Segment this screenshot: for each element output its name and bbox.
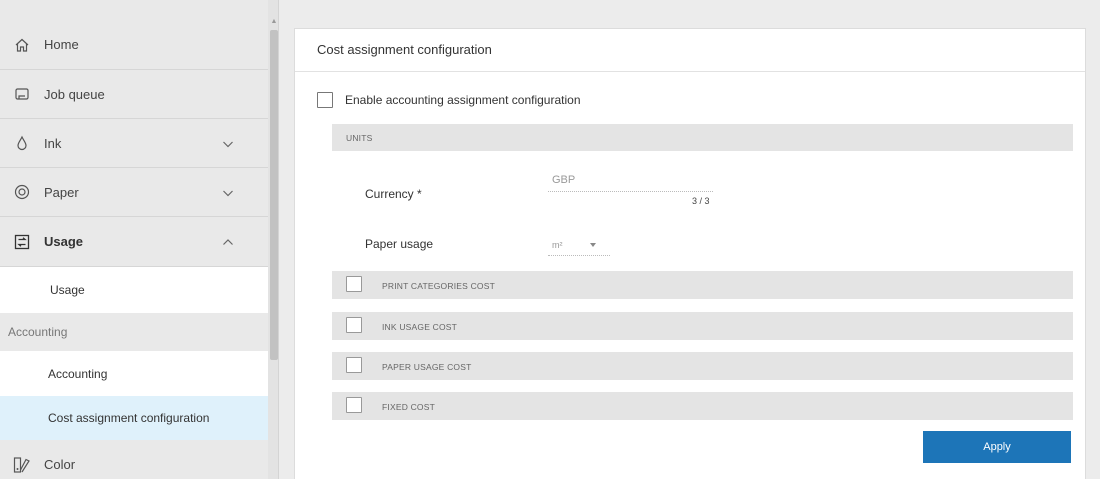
sidebar-subitem-cost-assignment[interactable]: Cost assignment configuration <box>0 396 268 440</box>
paper-usage-select[interactable]: m² <box>548 234 610 256</box>
fixed-cost-checkbox[interactable] <box>346 397 362 413</box>
paper-usage-cost-section: PAPER USAGE COST <box>332 352 1073 380</box>
ink-usage-cost-checkbox[interactable] <box>346 317 362 333</box>
fixed-cost-section: FIXED COST <box>332 392 1073 420</box>
sidebar-subitem-label: Usage <box>50 283 85 297</box>
usage-icon <box>13 233 31 251</box>
enable-accounting-checkbox[interactable] <box>317 92 333 108</box>
currency-input[interactable]: GBP <box>548 170 713 192</box>
section-label: PAPER USAGE COST <box>382 362 472 372</box>
sidebar-item-usage[interactable]: Usage <box>0 217 268 267</box>
ink-usage-cost-section: INK USAGE COST <box>332 312 1073 340</box>
sidebar-item-label: Usage <box>44 234 84 249</box>
print-categories-cost-section: PRINT CATEGORIES COST <box>332 271 1073 299</box>
paper-roll-icon <box>13 183 31 201</box>
paper-usage-label: Paper usage <box>365 237 434 251</box>
color-icon <box>13 456 31 474</box>
sidebar-item-label: Paper <box>44 184 79 200</box>
ink-drop-icon <box>13 134 31 152</box>
sidebar-subitem-accounting[interactable]: Accounting <box>0 351 268 396</box>
sidebar-item-label: Home <box>44 37 79 52</box>
sidebar-item-label: Ink <box>44 135 62 151</box>
sidebar-scrollbar-thumb[interactable] <box>270 30 278 360</box>
enable-accounting-label: Enable accounting assignment configurati… <box>345 93 581 107</box>
scroll-up-arrow-icon[interactable]: ▲ <box>270 18 278 26</box>
section-label: Accounting <box>8 325 68 339</box>
sidebar-item-home[interactable]: Home <box>0 20 268 70</box>
sidebar-item-label: Job queue <box>44 86 105 102</box>
sidebar-subitem-usage[interactable]: Usage <box>0 267 268 313</box>
paper-usage-value: m² <box>552 240 563 250</box>
sidebar-section-accounting: Accounting <box>0 313 268 351</box>
sidebar-item-label: Color <box>44 457 76 472</box>
chevron-up-icon[interactable] <box>220 234 236 250</box>
units-section-header: UNITS <box>332 124 1073 151</box>
sidebar-item-ink[interactable]: Ink <box>0 119 268 168</box>
dropdown-arrow-icon <box>590 243 596 247</box>
section-label: FIXED COST <box>382 402 436 412</box>
section-label: PRINT CATEGORIES COST <box>382 281 495 291</box>
apply-button[interactable]: Apply <box>923 431 1071 463</box>
sidebar-item-color[interactable]: Color <box>0 440 268 479</box>
sidebar-subitem-label: Cost assignment configuration <box>48 411 210 425</box>
home-icon <box>13 36 31 54</box>
cost-assignment-panel: Cost assignment configuration Enable acc… <box>294 28 1086 479</box>
panel-title: Cost assignment configuration <box>295 29 1085 72</box>
currency-char-counter: 3 / 3 <box>692 196 710 206</box>
units-header-label: UNITS <box>346 133 373 143</box>
sidebar-item-job-queue[interactable]: Job queue <box>0 70 268 119</box>
chevron-down-icon[interactable] <box>220 136 236 152</box>
paper-usage-cost-checkbox[interactable] <box>346 357 362 373</box>
section-label: INK USAGE COST <box>382 322 458 332</box>
sidebar-subitem-label: Accounting <box>48 366 108 381</box>
sidebar: Home Job queue Ink Paper Usage Usage Acc… <box>0 0 279 479</box>
print-categories-cost-checkbox[interactable] <box>346 276 362 292</box>
sidebar-item-paper[interactable]: Paper <box>0 168 268 217</box>
currency-label: Currency * <box>365 187 422 201</box>
job-queue-icon <box>13 85 31 103</box>
chevron-down-icon[interactable] <box>220 185 236 201</box>
